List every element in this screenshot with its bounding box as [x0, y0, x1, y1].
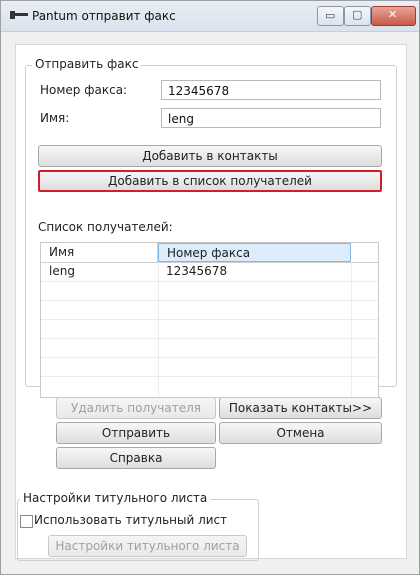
show-contacts-button[interactable]: Показать контакты>>: [219, 397, 382, 419]
add-to-recipients-button[interactable]: Добавить в список получателей: [38, 170, 382, 192]
name-label: Имя:: [40, 111, 70, 125]
maximize-icon: ▢: [352, 8, 363, 21]
minimize-button[interactable]: ▭: [317, 6, 344, 26]
grid-line: [41, 281, 378, 282]
delete-recipient-button[interactable]: Удалить получателя: [56, 397, 216, 419]
table-header: Имя Номер факса: [41, 243, 378, 263]
send-fax-group-title: Отправить факс: [32, 57, 142, 71]
grid-column-line: [158, 262, 159, 397]
cover-page-group-title: Настройки титульного листа: [20, 491, 211, 505]
fax-number-label: Номер факса:: [40, 83, 128, 97]
use-cover-checkbox[interactable]: [20, 515, 33, 528]
cover-settings-button[interactable]: Настройки титульного листа: [48, 535, 247, 557]
window-title: Pantum отправит факс: [32, 9, 176, 23]
pantum-app-icon: [10, 11, 28, 19]
cell-fax-number: 12345678: [166, 264, 228, 278]
grid-line: [41, 319, 378, 320]
table-row[interactable]: leng 12345678: [41, 262, 378, 281]
add-to-contacts-button[interactable]: Добавить в контакты: [38, 145, 382, 167]
maximize-button[interactable]: ▢: [344, 6, 371, 26]
recipient-list-label: Список получателей:: [38, 220, 173, 234]
cell-name: leng: [49, 264, 75, 278]
close-icon: ✕: [388, 8, 398, 21]
minimize-icon: ▭: [325, 9, 336, 22]
close-button[interactable]: ✕: [371, 6, 416, 26]
send-button[interactable]: Отправить: [56, 422, 216, 444]
cancel-button[interactable]: Отмена: [219, 422, 382, 444]
grid-line: [41, 376, 378, 377]
grid-line: [41, 300, 378, 301]
recipient-table[interactable]: Имя Номер факса leng 12345678: [40, 242, 379, 398]
name-field[interactable]: leng: [161, 108, 381, 128]
use-cover-label[interactable]: Использовать титульный лист: [34, 513, 227, 527]
fax-number-field[interactable]: 12345678: [161, 80, 381, 100]
help-button[interactable]: Справка: [56, 447, 216, 469]
title-bar[interactable]: Pantum отправит факс ▭ ▢ ✕: [1, 1, 419, 32]
grid-column-line: [351, 262, 352, 397]
grid-line: [41, 357, 378, 358]
grid-line: [41, 338, 378, 339]
column-header-name[interactable]: Имя: [41, 243, 158, 262]
column-header-fax-number[interactable]: Номер факса: [158, 243, 351, 262]
